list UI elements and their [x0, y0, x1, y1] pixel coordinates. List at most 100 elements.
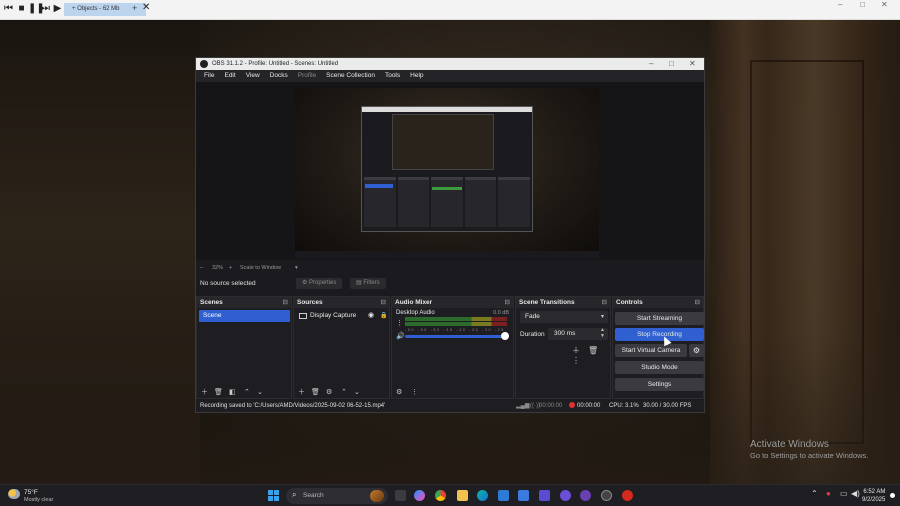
scene-filters-icon[interactable]: ◧: [229, 387, 236, 398]
add-transition-icon[interactable]: ＋: [572, 346, 580, 355]
minimize-icon[interactable]: –: [838, 0, 842, 9]
chrome-icon[interactable]: [435, 490, 446, 501]
add-tab-icon[interactable]: +: [132, 3, 137, 13]
edge-icon[interactable]: [477, 490, 488, 501]
advanced-audio-icon[interactable]: ⚙: [396, 387, 402, 398]
stop-icon[interactable]: ■: [16, 3, 27, 15]
obs-close-icon[interactable]: ✕: [689, 58, 696, 70]
transition-more-icon[interactable]: ⋮: [572, 356, 580, 365]
mixer-more-icon[interactable]: ⋮: [411, 387, 418, 398]
menu-view[interactable]: View: [241, 70, 265, 82]
menu-tools[interactable]: Tools: [380, 70, 405, 82]
play-icon[interactable]: ▶: [52, 3, 63, 15]
mixer-channel-menu-icon[interactable]: ⋮: [396, 319, 403, 327]
preview-area: [196, 82, 704, 260]
weather-description[interactable]: Mostly clear: [24, 497, 53, 503]
lock-icon[interactable]: 🔒: [380, 311, 387, 321]
task-view-icon[interactable]: [395, 490, 406, 501]
menu-docks[interactable]: Docks: [265, 70, 293, 82]
source-up-icon[interactable]: ⌃: [341, 387, 347, 398]
controls-menu-icon[interactable]: ⊟: [695, 297, 700, 308]
filters-button[interactable]: ▤ Filters: [350, 278, 386, 289]
duration-spinner-icon[interactable]: ▲ ▼: [600, 327, 605, 339]
start-streaming-button[interactable]: Start Streaming: [615, 312, 704, 325]
tray-app-icon[interactable]: ●: [826, 489, 831, 498]
sources-title: Sources: [297, 299, 323, 306]
scenes-menu-icon[interactable]: ⊟: [283, 297, 288, 308]
transitions-dock: Scene Transitions ⊟ Fade ▾ Duration 300 …: [515, 296, 611, 399]
transition-select[interactable]: Fade ▾: [520, 311, 608, 323]
scale-dropdown-icon[interactable]: ▾: [295, 265, 298, 271]
source-toolbar: No source selected ⚙ Properties ▤ Filter…: [196, 277, 704, 291]
sources-dock: Sources ⊟ Display Capture ◉ 🔒 ＋ 🗑 ⚙ ⌃ ⌄: [293, 296, 390, 399]
clock[interactable]: 6:52 AM 9/2/2025: [862, 488, 885, 504]
eye-icon[interactable]: ◉: [368, 311, 374, 321]
transitions-menu-icon[interactable]: ⊟: [602, 297, 607, 308]
source-down-icon[interactable]: ⌄: [354, 387, 360, 398]
tray-overflow-icon[interactable]: ⌃: [811, 489, 818, 498]
scale-mode[interactable]: Scale to Window: [240, 265, 281, 271]
delete-scene-icon[interactable]: 🗑: [214, 387, 223, 398]
obs-menubar: File Edit View Docks Profile Scene Colle…: [196, 70, 704, 82]
zoom-out-icon[interactable]: –: [200, 265, 203, 271]
close-window-icon[interactable]: ✕: [881, 0, 888, 9]
source-item[interactable]: Display Capture ◉ 🔒: [298, 311, 390, 321]
add-source-icon[interactable]: ＋: [298, 387, 305, 398]
discord-icon[interactable]: [560, 490, 571, 501]
start-virtual-camera-button[interactable]: Start Virtual Camera: [615, 344, 687, 357]
close-tab-icon[interactable]: ✕: [142, 2, 150, 13]
pause-icon[interactable]: ❚❚: [28, 3, 45, 15]
gear-icon: ⚙: [302, 280, 310, 286]
app-icon[interactable]: [518, 490, 529, 501]
copilot-icon[interactable]: [414, 490, 425, 501]
move-up-icon[interactable]: ⌃: [244, 387, 250, 398]
zoom-in-icon[interactable]: +: [229, 265, 232, 271]
skip-forward-icon[interactable]: ⏭: [40, 3, 51, 15]
add-scene-icon[interactable]: ＋: [201, 387, 208, 398]
virtual-camera-settings-icon[interactable]: ⚙: [689, 344, 704, 357]
settings-button[interactable]: Settings: [615, 378, 704, 391]
duration-input[interactable]: 300 ms ▲ ▼: [548, 327, 608, 340]
menu-profile[interactable]: Profile: [293, 70, 321, 82]
mixer-menu-icon[interactable]: ⊟: [505, 297, 510, 308]
menu-file[interactable]: File: [199, 70, 219, 82]
menu-scene-collection[interactable]: Scene Collection: [321, 70, 380, 82]
speaker-icon[interactable]: 🔊: [396, 332, 405, 340]
weather-temperature[interactable]: 75°F: [24, 489, 38, 496]
taskbar-search[interactable]: ⌕ Search: [286, 488, 388, 504]
file-explorer-icon[interactable]: [457, 490, 468, 501]
steam-icon[interactable]: [601, 490, 612, 501]
start-windows-icon[interactable]: [268, 490, 279, 501]
weather-icon[interactable]: [8, 489, 20, 499]
store-icon[interactable]: [498, 490, 509, 501]
menu-edit[interactable]: Edit: [219, 70, 240, 82]
obs-maximize-icon[interactable]: □: [669, 58, 674, 70]
volume-slider-handle[interactable]: [501, 332, 509, 340]
program-preview[interactable]: [295, 88, 599, 259]
record-dot-icon: [569, 402, 575, 408]
delete-source-icon[interactable]: 🗑: [311, 387, 320, 398]
move-down-icon[interactable]: ⌄: [257, 387, 263, 398]
maximize-icon[interactable]: □: [860, 0, 865, 9]
obs-taskbar-icon[interactable]: [580, 490, 591, 501]
source-properties-icon[interactable]: ⚙: [326, 387, 332, 398]
obs-minimize-icon[interactable]: –: [649, 58, 653, 70]
delete-transition-icon[interactable]: 🗑: [588, 346, 598, 355]
obs-statusbar: Recording saved to 'C:/Users/AMD/Videos/…: [196, 400, 704, 412]
obs-titlebar: OBS 31.1.2 - Profile: Untitled - Scenes:…: [196, 58, 704, 70]
stop-recording-button[interactable]: Stop Recording: [615, 328, 704, 341]
volume-slider[interactable]: [405, 335, 507, 338]
meter-scale: -60 -55 -50 -45 -40 -35 -30 -25 -20 -15 …: [405, 328, 507, 332]
properties-button[interactable]: ⚙ Properties: [296, 278, 343, 289]
teams-icon[interactable]: [539, 490, 550, 501]
skip-back-icon[interactable]: ⏮: [3, 3, 14, 15]
volume-icon[interactable]: ◀): [851, 489, 860, 498]
mixer-header: Audio Mixer ⊟: [392, 297, 513, 308]
studio-mode-button[interactable]: Studio Mode: [615, 361, 704, 374]
sources-menu-icon[interactable]: ⊟: [381, 297, 386, 308]
display-icon[interactable]: ▭: [840, 489, 848, 498]
scene-item[interactable]: Scene: [199, 310, 290, 322]
recorder-icon[interactable]: [622, 490, 633, 501]
menu-help[interactable]: Help: [405, 70, 428, 82]
notification-icon[interactable]: [890, 493, 895, 498]
